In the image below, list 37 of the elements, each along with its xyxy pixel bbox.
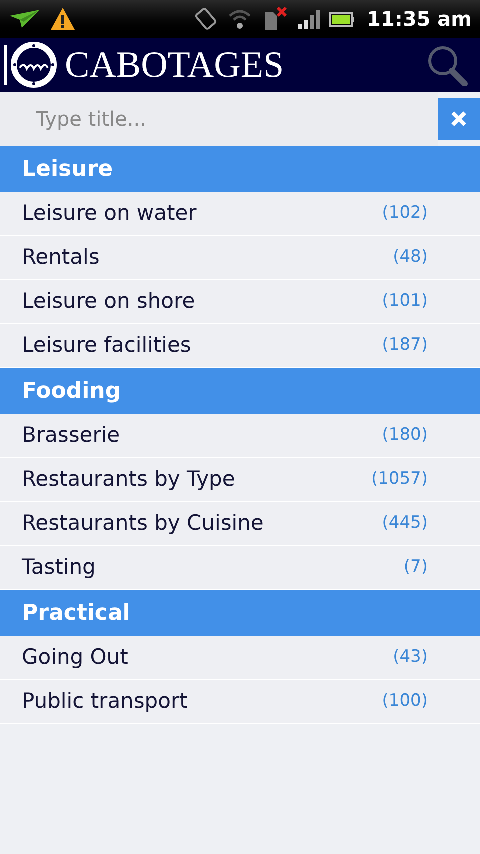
clock-time: 11:35 am xyxy=(367,6,472,33)
wifi-icon xyxy=(227,7,254,31)
item-count: (187) xyxy=(382,334,428,357)
category-label: Brasserie xyxy=(22,422,122,449)
paper-plane-icon xyxy=(8,8,42,30)
rotate-icon xyxy=(193,6,220,32)
category-label: Tasting xyxy=(22,554,97,581)
section-header: Practical xyxy=(0,590,480,636)
item-count: (101) xyxy=(382,290,428,313)
item-count: (100) xyxy=(382,690,428,713)
category-label: Going Out xyxy=(22,644,130,671)
battery-icon xyxy=(329,10,356,28)
category-label: Restaurants by Cuisine xyxy=(22,510,265,537)
category-label: Public transport xyxy=(22,688,189,715)
clear-button[interactable] xyxy=(438,98,480,140)
item-count: (102) xyxy=(382,202,428,225)
item-count: (1057) xyxy=(371,468,428,491)
category-label: Leisure on water xyxy=(22,200,198,227)
category-label: Rentals xyxy=(22,244,101,271)
item-count: (48) xyxy=(393,246,428,269)
warning-icon xyxy=(50,7,76,31)
search-button[interactable] xyxy=(426,44,468,86)
search-field[interactable]: Type title... xyxy=(0,92,438,146)
category-label: Restaurants by Type xyxy=(22,466,236,493)
close-icon xyxy=(451,111,467,127)
category-label: Leisure on shore xyxy=(22,288,196,315)
porthole-logo-icon xyxy=(11,42,57,88)
item-count: (43) xyxy=(393,646,428,669)
signal-icon xyxy=(297,8,322,30)
section-header: Fooding xyxy=(0,368,480,414)
category-label: Leisure facilities xyxy=(22,332,192,359)
item-count: (445) xyxy=(382,512,428,535)
search-icon xyxy=(426,44,468,86)
item-count: (180) xyxy=(382,424,428,447)
section-header: Leisure xyxy=(0,146,480,192)
app-title: CABOTAGES xyxy=(65,46,284,84)
item-count: (7) xyxy=(404,556,428,579)
